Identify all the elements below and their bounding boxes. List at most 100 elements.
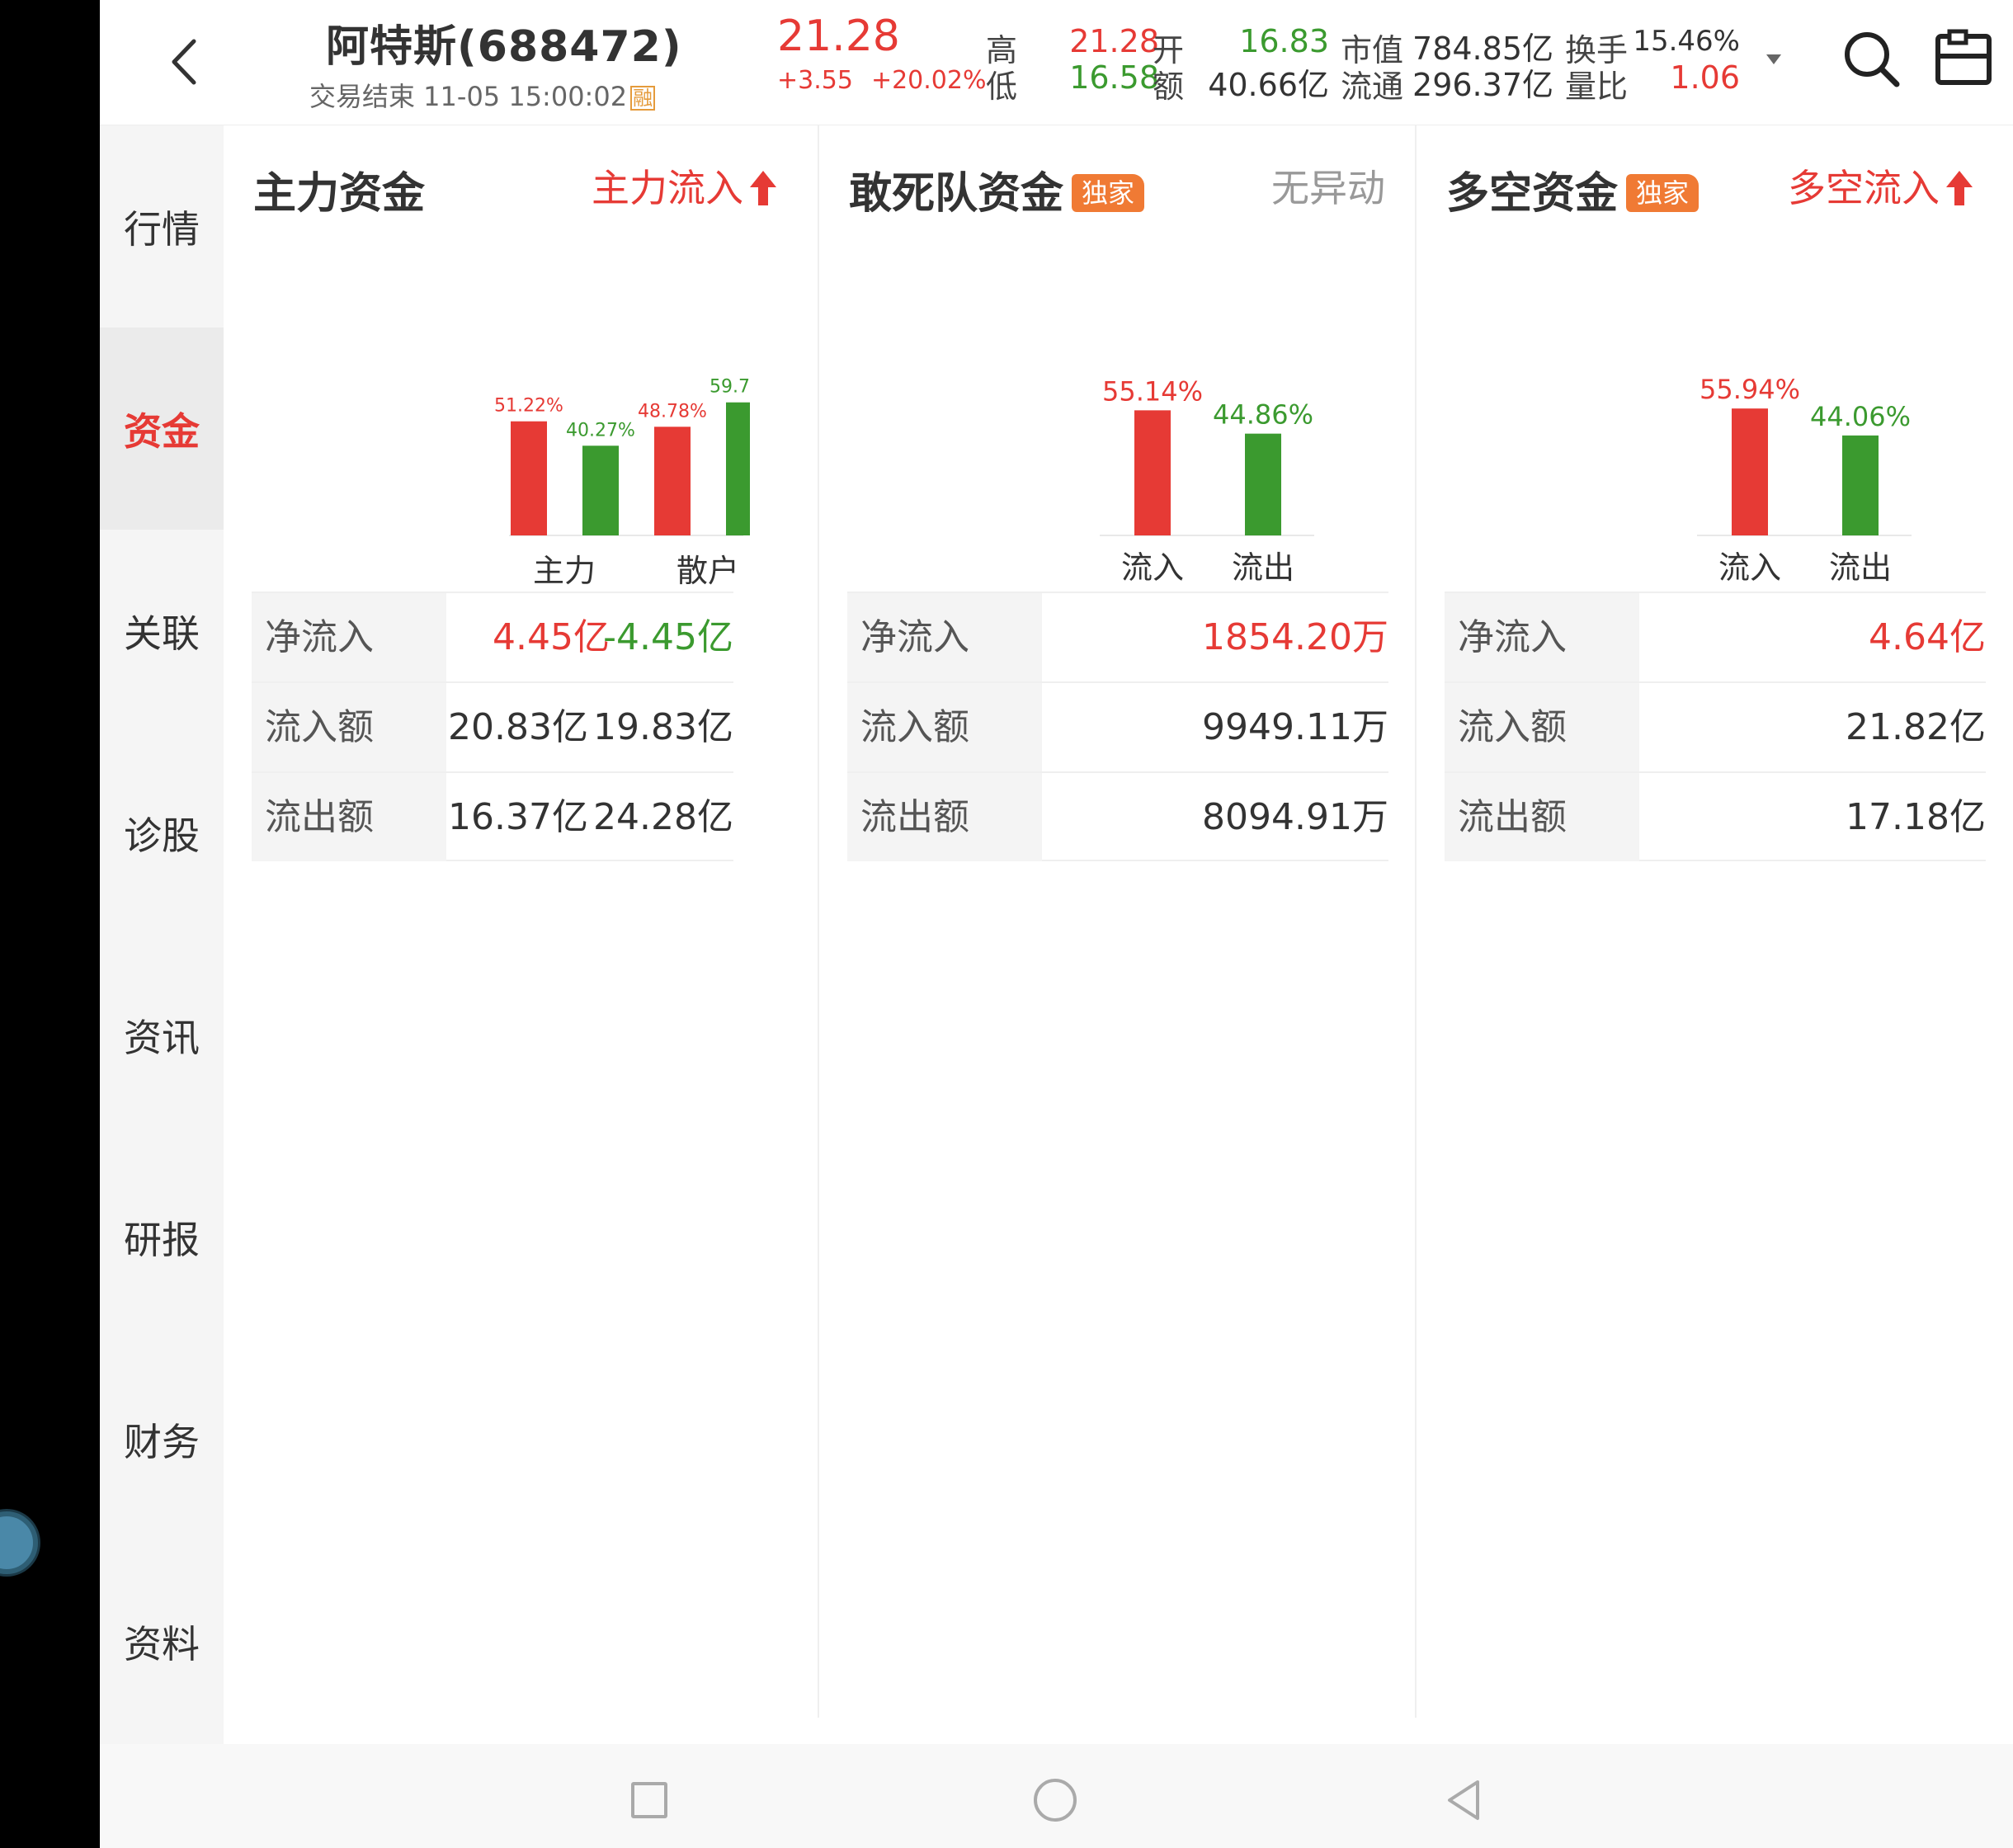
main-funds-table: 净流入 4.45亿 -4.45亿 流入额 20.83亿 19.83亿 流出额 1… [252,592,733,861]
long-short-net-inflow-value: 4.64亿 [1869,616,1986,658]
dare-squad-chart: 55.14% 流入 44.86% 流出 [1100,375,1314,586]
stock-name[interactable]: 阿特斯(688472) [326,12,682,73]
app-root: 阿特斯(688472) 交易结束 11-05 15:00:02 融 21.28 +… [0,0,2013,1848]
float-value: 296.37亿 [1412,67,1553,103]
table-row: 流入额 9949.11万 [847,681,1388,771]
chart-bar [582,446,619,535]
sidebar-item-funds[interactable]: 资金 [100,328,224,530]
chart-value-label: 59.73% [710,377,750,398]
low-label: 低 [986,68,1018,105]
retail-inflow-value: 19.83亿 [593,706,733,748]
price-change: +3.55 +20.02% [777,66,986,95]
long-short-outflow-value: 17.18亿 [1846,796,1986,838]
chart-value-label: 44.06% [1810,401,1911,432]
low-value: 16.58 [1069,59,1159,96]
main-funds-title: 主力资金 [253,169,426,219]
row-label-outflow: 流出额 [1445,773,1639,861]
chart-category-label: 流出 [1829,549,1892,586]
quotes-dropdown-icon[interactable] [1766,54,1781,64]
system-nav-bar [100,1744,2013,1848]
chart-bar [726,402,750,535]
long-short-chart: 55.94% 流入 44.06% 流出 [1697,374,1912,586]
dare-squad-net-inflow-value: 1854.20万 [1202,616,1388,658]
sidebar-item-news[interactable]: 资讯 [100,934,224,1136]
row-label-inflow: 流入额 [847,683,1042,771]
chart-bar [1134,410,1171,535]
trade-status-text: 交易结束 11-05 15:00:02 [309,81,628,112]
main-funds-status-text: 主力流入 [592,166,743,210]
dare-squad-panel: 敢死队资金 独家 无异动 55.14% 流入 44.86% 流出 净流入 1854.20… [819,125,1415,1718]
open-value: 16.83 [1239,23,1329,59]
volratio-label: 量比 [1565,68,1629,105]
arrow-up-icon [1946,170,1973,205]
float-label: 流通 [1341,68,1404,105]
table-row: 流入额 21.82亿 [1445,681,1986,771]
row-label-net-inflow: 净流入 [252,593,446,681]
chart-category-label: 主力 [533,553,596,587]
dare-squad-status: 无异动 [1271,166,1385,210]
row-label-inflow: 流入额 [1445,683,1639,771]
exclusive-badge: 独家 [1072,174,1145,212]
chart-category-label: 流入 [1718,549,1781,586]
chart-category-label: 流出 [1232,549,1294,586]
chart-value-label: 55.14% [1102,375,1203,407]
chart-bar [654,427,691,535]
float-window-icon[interactable] [1933,28,1996,91]
row-label-net-inflow: 净流入 [847,593,1042,681]
table-row: 流入额 20.83亿 19.83亿 [252,681,733,771]
sidebar-nav: 行情 资金 关联 诊股 资讯 研报 财务 资料 [100,125,224,1744]
sidebar-item-diagnose[interactable]: 诊股 [100,732,224,934]
table-row: 流出额 8094.91万 [847,771,1388,861]
amount-value: 40.66亿 [1208,67,1329,103]
chart-value-label: 40.27% [566,420,635,441]
turnover-value: 15.46% [1633,25,1740,58]
change-percent: +20.02% [870,66,987,95]
trade-status: 交易结束 11-05 15:00:02 融 [309,76,656,114]
main-inflow-value: 20.83亿 [448,706,588,748]
chart-bar [511,421,547,535]
table-row: 流出额 16.37亿 24.28亿 [252,771,733,861]
chart-bar [1842,435,1879,535]
exclusive-badge: 独家 [1626,174,1700,212]
sidebar-item-quotes[interactable]: 行情 [100,125,224,328]
row-label-inflow: 流入额 [252,683,446,771]
retail-outflow-value: 24.28亿 [593,796,733,838]
volratio-value: 1.06 [1670,59,1740,96]
arrow-up-icon [750,170,776,205]
dare-squad-outflow-value: 8094.91万 [1202,796,1388,838]
recent-apps-icon[interactable] [631,1782,667,1818]
sidebar-item-related[interactable]: 关联 [100,530,224,732]
long-short-status: 多空流入 [1788,158,1974,213]
chart-value-label: 44.86% [1213,399,1313,431]
row-label-outflow: 流出额 [252,773,446,861]
long-short-title-text: 多空资金 [1446,169,1619,219]
dare-squad-title-text: 敢死队资金 [849,169,1064,219]
sidebar-item-profile[interactable]: 资料 [100,1540,224,1742]
long-short-panel: 多空资金 独家 多空流入 55.94% 流入 44.06% 流出 净流入 4.64亿 流… [1417,125,2013,1718]
dare-squad-inflow-value: 9949.11万 [1202,706,1388,748]
chart-value-label: 48.78% [638,401,707,422]
long-short-title: 多空资金 独家 [1446,158,1700,220]
table-row: 流出额 17.18亿 [1445,771,1986,861]
main-funds-status: 主力流入 [592,158,778,213]
margin-trading-badge: 融 [630,86,656,111]
long-short-table: 净流入 4.64亿 流入额 21.82亿 流出额 17.18亿 [1445,592,1986,861]
nav-back-icon[interactable] [1441,1777,1487,1823]
chart-value-label: 55.94% [1700,374,1800,405]
table-row: 净流入 4.64亿 [1445,592,1986,681]
search-icon[interactable] [1839,26,1905,92]
main-funds-chart: 51.22%40.27% 主力 48.78%59.73% 散户 [494,377,750,587]
current-price: 21.28 [777,12,900,61]
back-arrow-icon[interactable] [158,33,215,91]
high-value: 21.28 [1069,23,1159,59]
home-icon[interactable] [1034,1779,1077,1822]
change-amount: +3.55 [777,66,853,95]
chart-category-label: 流入 [1121,549,1184,586]
row-label-net-inflow: 净流入 [1445,593,1639,681]
sidebar-item-finance[interactable]: 财务 [100,1338,224,1540]
stock-header: 阿特斯(688472) 交易结束 11-05 15:00:02 融 21.28 +… [100,0,2013,125]
dare-squad-table: 净流入 1854.20万 流入额 9949.11万 流出额 8094.91万 [847,592,1388,861]
main-net-inflow-value: 4.45亿 [493,616,610,658]
long-short-inflow-value: 21.82亿 [1846,706,1986,748]
sidebar-item-research[interactable]: 研报 [100,1136,224,1338]
